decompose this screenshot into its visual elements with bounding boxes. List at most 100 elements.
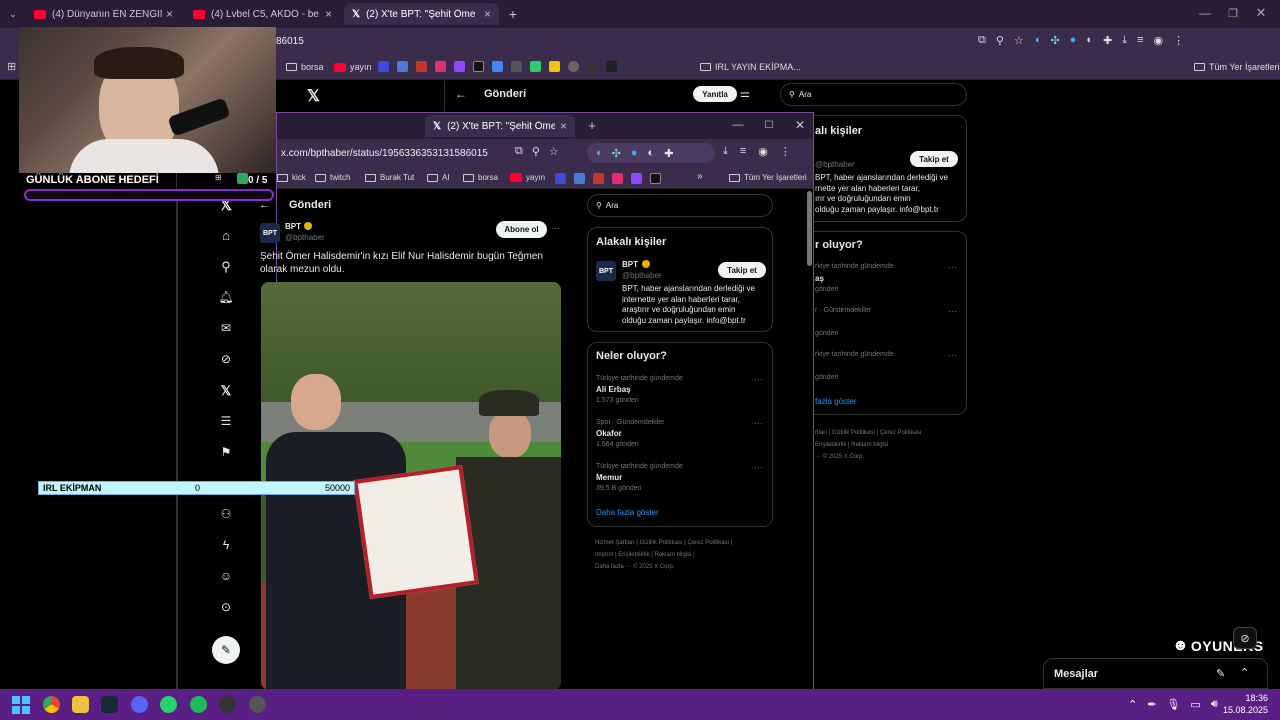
follow-button[interactable]: Takip et <box>718 262 766 278</box>
pen-icon[interactable]: ✒ <box>1147 698 1156 711</box>
expand-icon[interactable]: ⌃ <box>1240 666 1249 679</box>
back-tab-1[interactable]: (4) Dünyanın EN ZENGİN ÜLKES × <box>26 3 181 25</box>
home-icon[interactable]: ⌂ <box>222 228 230 259</box>
verified-orgs-icon[interactable]: ϟ <box>223 538 229 569</box>
star-icon[interactable]: ☆ <box>549 145 559 158</box>
back-follow-button[interactable]: Takip et <box>910 151 958 167</box>
post-author[interactable]: BPT <box>285 222 301 231</box>
puzzle-icon[interactable]: ✚ <box>664 147 673 160</box>
bookmark-yayin[interactable]: yayın <box>334 60 372 74</box>
all-bookmarks[interactable]: Tüm Yer İşaretleri <box>1194 60 1280 74</box>
trend-name[interactable]: Memur <box>596 473 622 482</box>
window-close-icon[interactable]: ✕ <box>793 117 807 133</box>
close-icon[interactable]: × <box>325 7 332 21</box>
bookmark-icon[interactable] <box>378 61 389 72</box>
footer-link[interactable]: Gizlilik Politikası <box>640 540 683 546</box>
search-input[interactable]: ⚲ Ara <box>587 194 773 217</box>
new-message-icon[interactable]: ✎ <box>1216 667 1225 680</box>
messages-drawer[interactable]: Mesajlar ✎ ⌃ <box>1043 658 1268 689</box>
trend-name[interactable]: Okafor <box>596 429 622 438</box>
tab-list-icon[interactable]: ⌄ <box>6 7 20 21</box>
footer-link[interactable]: Erişilebilirlik <box>618 552 649 558</box>
media-icon[interactable]: ≡ <box>1137 34 1143 47</box>
cast-icon[interactable]: ⧉ <box>515 145 523 158</box>
close-icon[interactable]: × <box>484 7 491 21</box>
bookmark-burak[interactable]: Burak Tut <box>365 173 414 182</box>
footer-link[interactable]: Gizlilik Politikası <box>832 430 875 436</box>
back-show-more-link[interactable]: fazla göster <box>815 397 856 406</box>
extension-icon[interactable]: ✣ <box>1050 34 1059 47</box>
footer-link[interactable]: Erişilebilirlik <box>815 442 846 448</box>
zoom-icon[interactable]: ⚲ <box>996 34 1004 47</box>
extension-icon[interactable]: ✣ <box>612 147 621 160</box>
bookmark-twitch[interactable]: twitch <box>315 173 350 182</box>
front-url[interactable]: x.com/bpthaber/status/195633635313158601… <box>281 148 488 159</box>
obs-icon[interactable] <box>219 696 236 713</box>
bookmark-yayin[interactable]: yayın <box>510 173 545 182</box>
related-name[interactable]: BPT <box>622 260 638 269</box>
star-icon[interactable]: ☆ <box>1014 34 1024 47</box>
bookmark-icon[interactable] <box>568 61 579 72</box>
lists-icon[interactable]: ☰ <box>221 414 232 445</box>
back-search-input[interactable]: ⚲ Ara <box>780 83 967 106</box>
bookmark-apps[interactable]: ⊞ <box>215 173 222 182</box>
premium-icon[interactable]: 𝕏 <box>221 383 231 414</box>
footer-link[interactable]: Çerez Politikası <box>688 540 730 546</box>
reply-button[interactable]: Yanıtla <box>693 86 737 102</box>
menu-icon[interactable]: ⋮ <box>1173 34 1184 47</box>
more-icon[interactable]: ··· <box>551 223 560 233</box>
bookmark-icon[interactable] <box>574 173 585 184</box>
bookmark-irl[interactable]: IRL YAYIN EKİPMA... <box>700 60 801 74</box>
bookmarks-icon[interactable]: ⚑ <box>221 445 232 507</box>
menu-icon[interactable]: ⋮ <box>780 145 791 158</box>
cast-icon[interactable]: ⧉ <box>978 34 986 47</box>
explore-icon[interactable]: ⚲ <box>221 259 231 290</box>
twitch-icon[interactable] <box>454 61 465 72</box>
back-url[interactable]: 86015 <box>276 36 304 47</box>
footer-link[interactable]: rtları <box>815 430 827 436</box>
display-icon[interactable]: ▭ <box>1190 698 1200 711</box>
grok-icon[interactable]: ⊘ <box>1233 627 1257 649</box>
x-logo-icon[interactable]: 𝕏 <box>307 86 320 106</box>
clock-date[interactable]: 15.08.2025 <box>1222 705 1268 715</box>
maximize-icon[interactable]: ☐ <box>762 117 776 133</box>
bookmark-icon[interactable] <box>606 61 617 72</box>
bookmark-icon[interactable] <box>593 173 604 184</box>
profile-icon[interactable]: ◉ <box>1154 34 1164 47</box>
instagram-icon[interactable] <box>612 173 623 184</box>
media-icon[interactable]: ≡ <box>740 145 746 158</box>
sliders-icon[interactable]: ⚌ <box>740 87 750 100</box>
messages-icon[interactable]: ✉ <box>221 321 231 352</box>
avatar[interactable]: BPT <box>260 223 280 243</box>
steam-icon[interactable] <box>101 696 118 713</box>
clock-time[interactable]: 18:36 <box>1236 693 1268 703</box>
instagram-icon[interactable] <box>435 61 446 72</box>
scrollbar-thumb[interactable] <box>807 191 812 266</box>
tray-chevron-icon[interactable]: ⌃ <box>1128 698 1137 711</box>
file-explorer-icon[interactable] <box>72 696 89 713</box>
subscribe-button[interactable]: Abone ol <box>496 221 547 238</box>
restore-icon[interactable]: ❐ <box>1226 5 1240 21</box>
communities-icon[interactable]: ⚇ <box>221 507 232 538</box>
grok-icon[interactable]: ⊘ <box>221 352 231 383</box>
bookmark-gpce[interactable] <box>237 173 248 184</box>
back-tab-2[interactable]: (4) Lvbel C5, AKDO - behzat ç × <box>185 3 340 25</box>
new-tab-icon[interactable]: + <box>506 6 520 22</box>
trend-name[interactable]: aş <box>815 274 824 283</box>
show-more-link[interactable]: Daha fazla göster <box>596 508 659 517</box>
extension-icon[interactable]: ◐ <box>1086 34 1093 47</box>
minimize-icon[interactable]: — <box>731 117 745 133</box>
footer-link[interactable]: Çerez Politikası <box>880 430 922 436</box>
extension-icon[interactable]: ◖ <box>595 147 602 159</box>
zoom-icon[interactable]: ⚲ <box>532 145 540 158</box>
footer-link[interactable]: Reklam bilgisi <box>655 552 692 558</box>
x-icon[interactable] <box>650 173 661 184</box>
app-icon[interactable] <box>249 696 266 713</box>
bookmark-ai[interactable]: AI <box>427 173 450 182</box>
download-icon[interactable]: ⤓ <box>723 145 728 158</box>
spotify-icon[interactable] <box>190 696 207 713</box>
more-icon[interactable]: ··· <box>754 462 763 472</box>
back-tab-3[interactable]: 𝕏 (2) X'te BPT: "Şehit Ömer Halisd × <box>344 3 499 25</box>
docs-icon[interactable] <box>492 61 503 72</box>
more-icon[interactable]: ··· <box>754 418 763 428</box>
